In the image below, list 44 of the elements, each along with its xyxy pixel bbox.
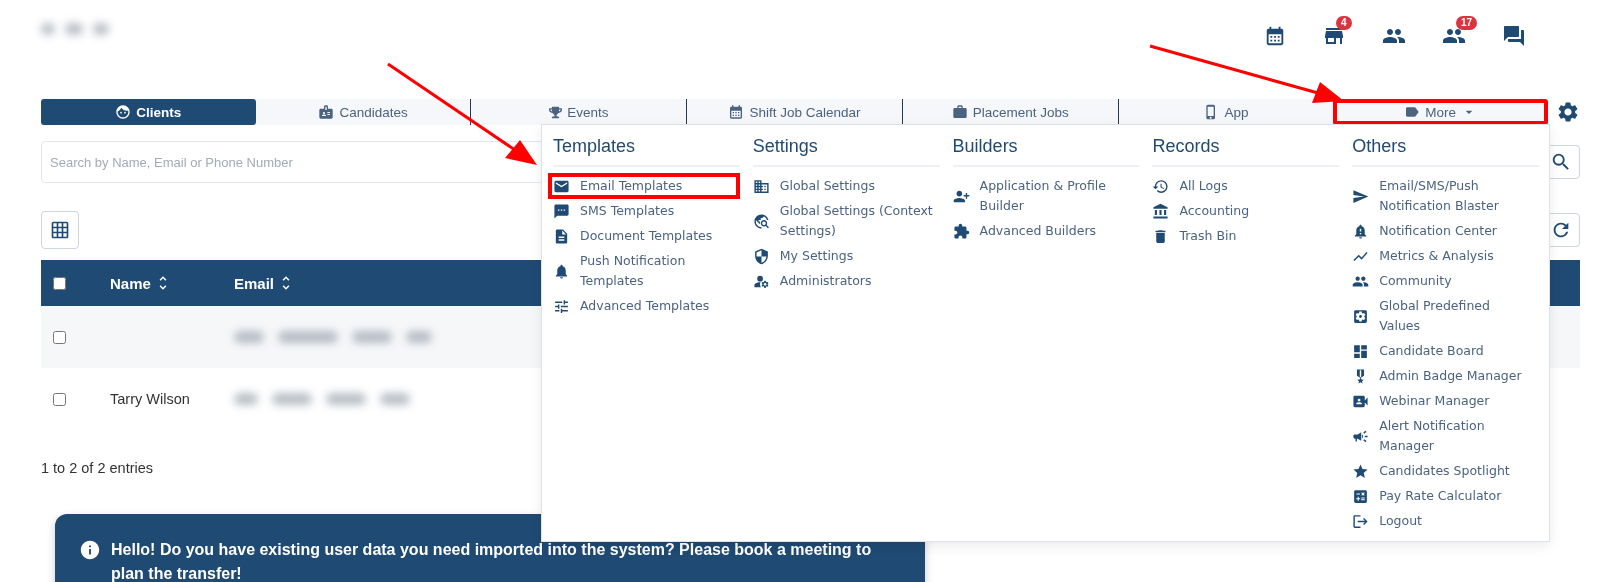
menu-item[interactable]: Email/SMS/Push Notification Blaster (1349, 175, 1539, 217)
table-cell-text: Tarry Wilson (110, 391, 191, 407)
menu-item[interactable]: Advanced Builders (949, 220, 1140, 242)
nav-tab[interactable]: Clients (41, 99, 256, 125)
menu-section-title: Templates (553, 133, 740, 167)
menu-item[interactable]: Document Templates (550, 225, 740, 247)
menu-item[interactable]: Logout (1349, 510, 1539, 532)
menu-section-title: Others (1352, 133, 1539, 167)
nav-tab[interactable]: App (1118, 99, 1334, 125)
menu-item[interactable]: Application & Profile Builder (949, 175, 1140, 217)
menu-item[interactable]: Global Settings (Context Settings) (749, 200, 940, 242)
menu-item[interactable]: Alert Notification Manager (1349, 415, 1539, 457)
menu-item[interactable]: Accounting (1149, 200, 1340, 222)
menu-item[interactable]: Metrics & Analysis (1349, 245, 1539, 267)
nav-tab[interactable]: Candidates (255, 99, 471, 125)
menu-item[interactable]: Global Predefined Values (1349, 295, 1539, 337)
menu-item[interactable]: Notification Center (1349, 220, 1539, 242)
menu-item[interactable]: All Logs (1149, 175, 1340, 197)
entries-count: 1 to 2 of 2 entries (41, 460, 154, 476)
menu-item[interactable]: My Settings (749, 245, 940, 267)
menu-item[interactable]: Candidate Board (1349, 340, 1539, 362)
menu-item[interactable]: Community (1349, 270, 1539, 292)
column-header[interactable]: Email (234, 274, 434, 292)
menu-item[interactable]: Email Templates (550, 175, 738, 197)
notification-badge: 17 (1456, 16, 1478, 30)
menu-item[interactable]: Advanced Templates (550, 295, 740, 317)
menu-section-title: Builders (952, 133, 1140, 167)
menu-item[interactable]: Webinar Manager (1349, 390, 1539, 412)
menu-item[interactable]: Admin Badge Manager (1349, 365, 1539, 387)
nav-tab[interactable]: Placement Jobs (902, 99, 1118, 125)
menu-item[interactable]: Trash Bin (1149, 225, 1340, 247)
menu-item[interactable]: Push Notification Templates (550, 250, 740, 292)
nav-tab[interactable]: Events (471, 99, 687, 125)
menu-section-title: Records (1152, 133, 1340, 167)
notification-badge: 4 (1336, 16, 1352, 30)
menu-item[interactable]: SMS Templates (550, 200, 740, 222)
nav-tab[interactable]: Shift Job Calendar (687, 99, 902, 125)
menu-section-title: Settings (752, 133, 940, 167)
menu-item[interactable]: Pay Rate Calculator (1349, 485, 1539, 507)
column-header[interactable]: Name (110, 274, 234, 292)
menu-item[interactable]: Candidates Spotlight (1349, 460, 1539, 482)
menu-item[interactable]: Administrators (749, 270, 940, 292)
banner-text: Hello! Do you have existing user data you need imported into the system? Please book a meeting to plan the transfer! (111, 540, 873, 582)
menu-item[interactable]: Global Settings (749, 175, 940, 197)
